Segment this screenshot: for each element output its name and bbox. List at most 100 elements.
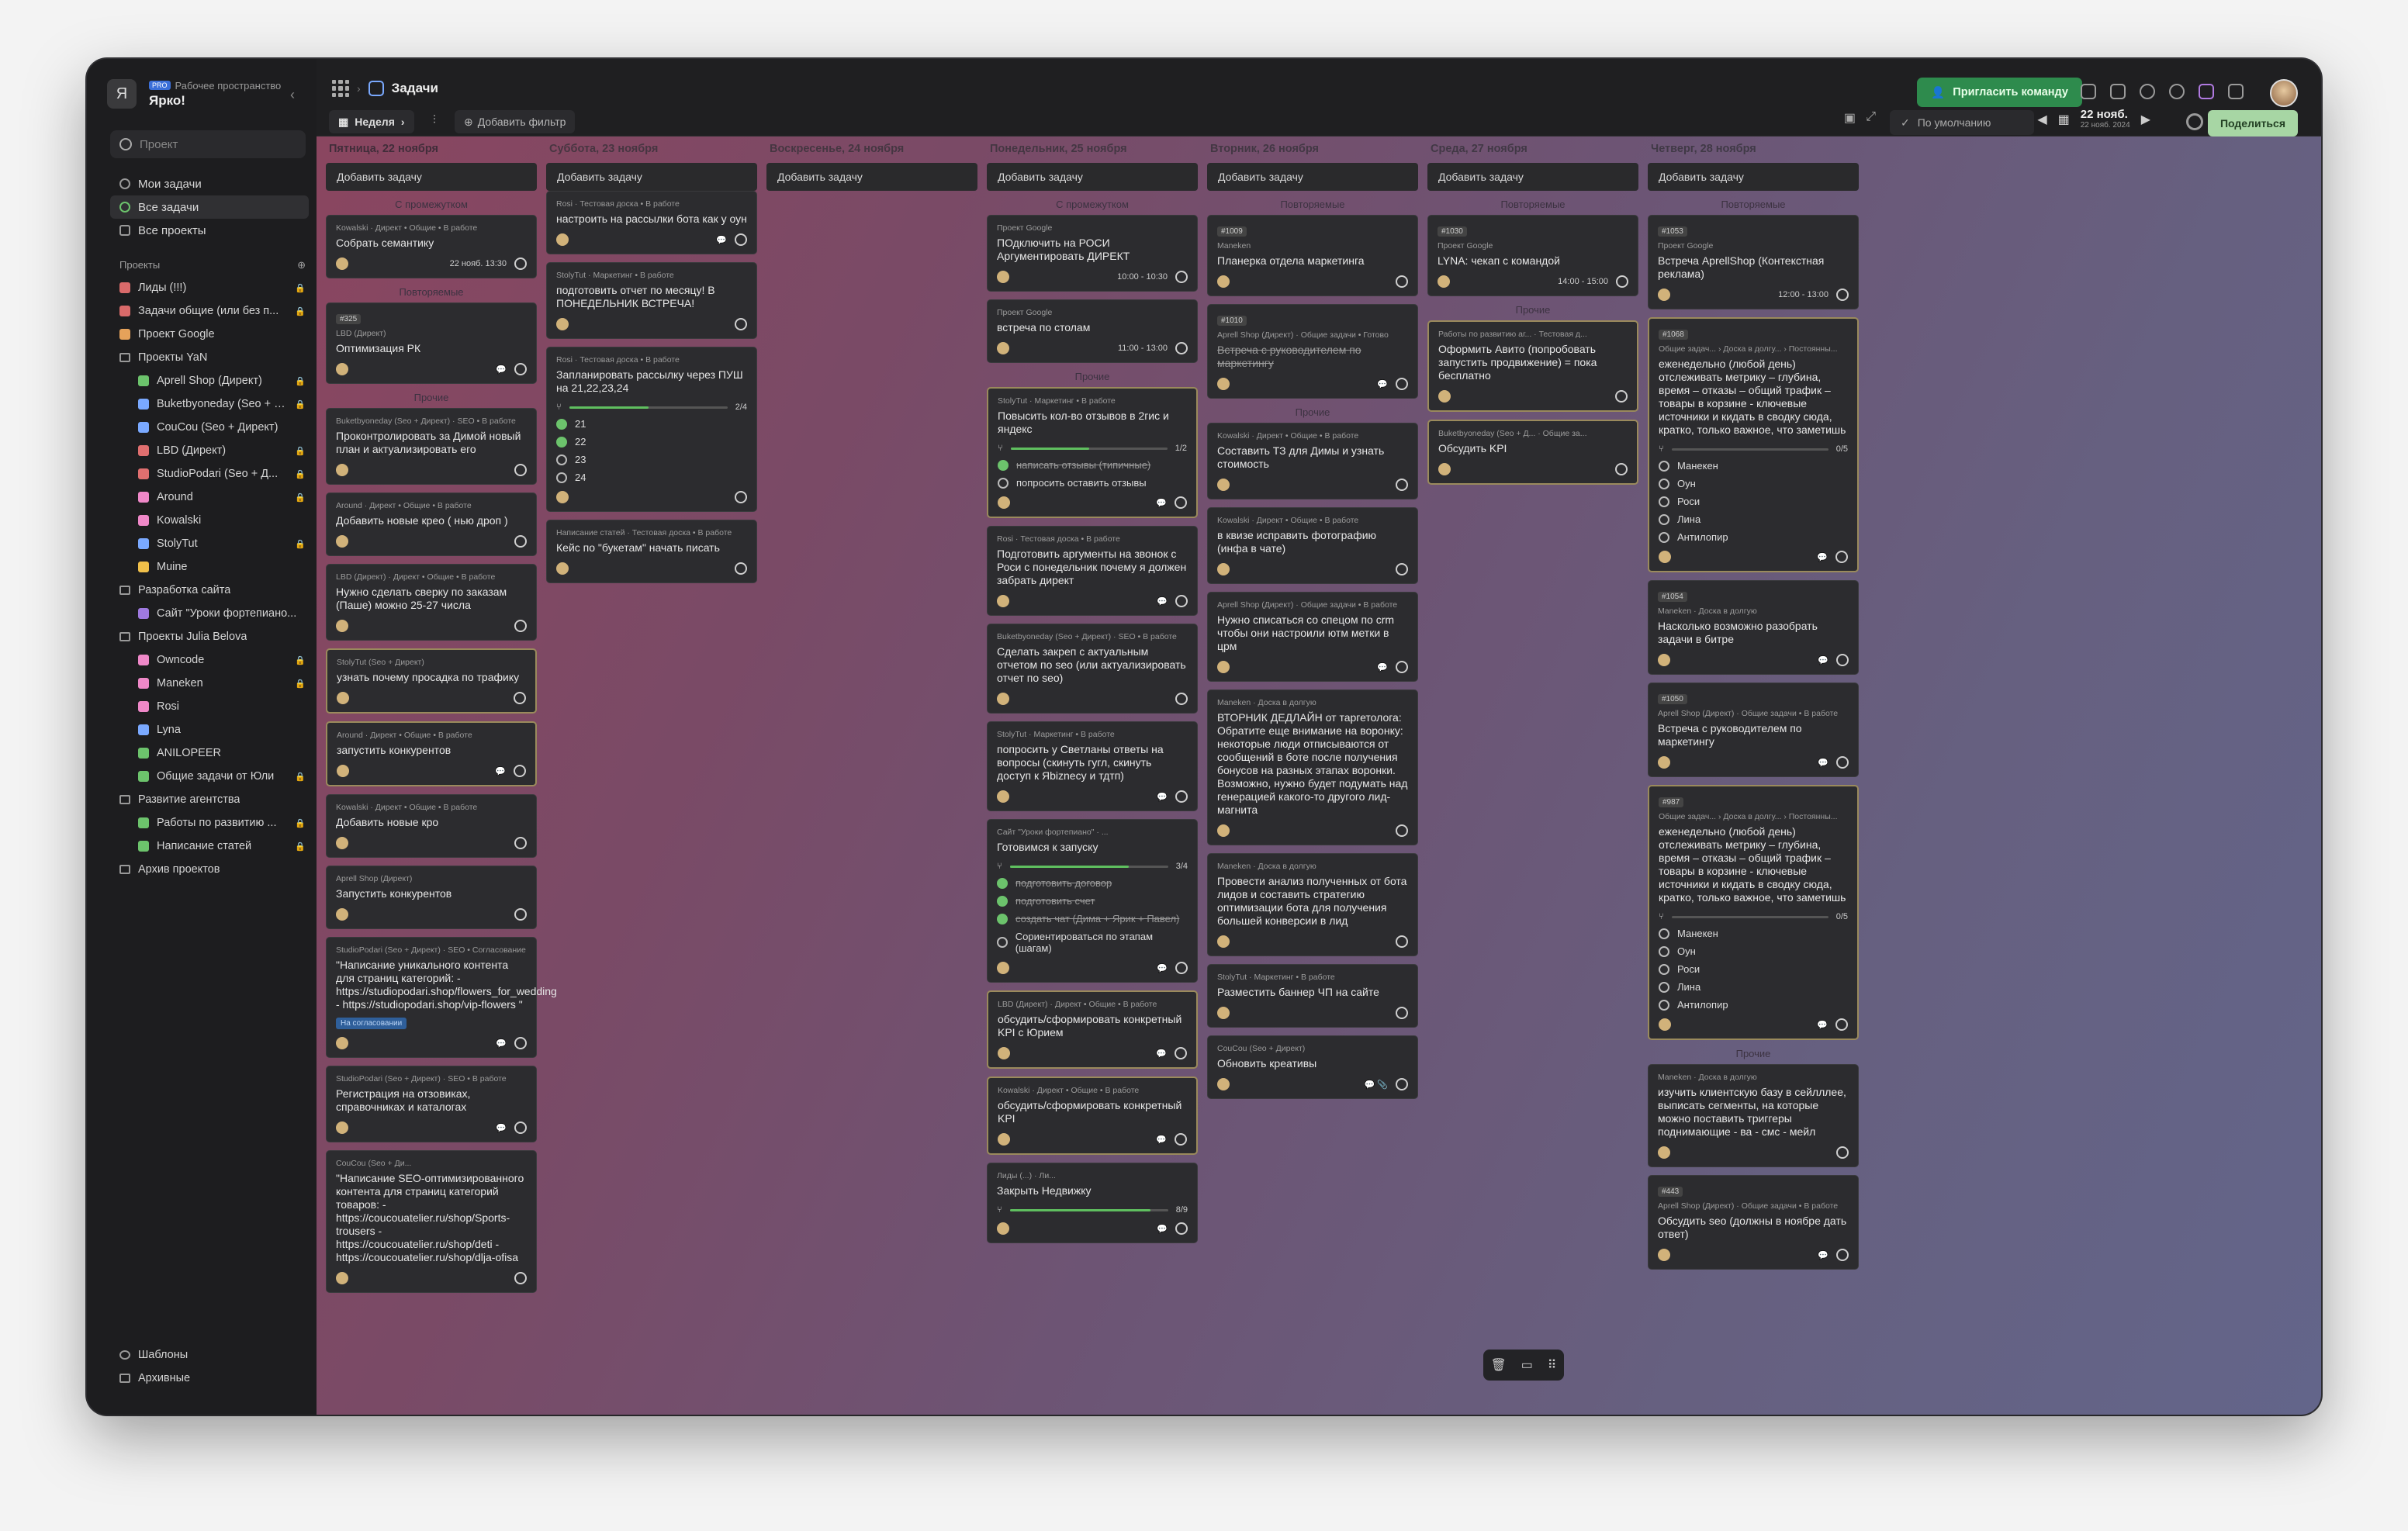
ai-sparkle-icon[interactable] — [2199, 84, 2214, 99]
subtask-item[interactable]: 21 — [556, 418, 747, 430]
sort-select[interactable]: ✓ По умолчанию — [1890, 110, 2034, 135]
task-card[interactable]: Kowalski · Директ • Общие • В работе обсу… — [987, 1077, 1198, 1155]
task-card[interactable]: Around · Директ • Общие • В работе запуст… — [326, 721, 537, 786]
task-card[interactable]: Maneken · Доска в долгую ВТОРНИК ДЕДЛАЙН … — [1207, 689, 1418, 845]
project-folder[interactable]: Проекты YaN — [119, 346, 313, 369]
complete-checkbox[interactable] — [514, 837, 527, 849]
complete-checkbox[interactable] — [1615, 463, 1628, 475]
task-card[interactable]: Buketbyoneday (Seo + Директ) · SEO • В р… — [987, 624, 1198, 714]
project-item[interactable]: Работы по развитию ... 🔒 — [119, 811, 313, 835]
task-card[interactable]: StudioPodari (Seo + Директ) · SEO • В ра… — [326, 1066, 537, 1142]
invite-team-button[interactable]: 👤 Пригласить команду — [1917, 78, 2082, 107]
next-week-icon[interactable]: ▶ — [2141, 112, 2150, 127]
subtask-item[interactable]: Антилопир — [1659, 999, 1848, 1011]
task-card[interactable]: #325 LBD (Директ) Оптимизация РК 💬 — [326, 302, 537, 384]
drag-handle-icon[interactable]: ⠿ — [1548, 1357, 1557, 1373]
subtask-item[interactable]: Манекен — [1659, 928, 1848, 939]
subtask-checkbox[interactable] — [1659, 928, 1669, 939]
project-item[interactable]: LBD (Директ) 🔒 — [119, 439, 313, 462]
project-item[interactable]: Buketbyoneday (Seo + Ди... 🔒 — [119, 392, 313, 416]
subtask-checkbox[interactable] — [1659, 963, 1669, 975]
task-card[interactable]: Aprell Shop (Директ) · Общие задачи • В … — [1207, 592, 1418, 682]
folder-icon[interactable] — [2110, 84, 2126, 99]
task-card[interactable]: #1053 Проект Google Встреча AprellShop (Ко… — [1648, 215, 1859, 309]
task-card[interactable]: Kowalski · Директ • Общие • В работе Доба… — [326, 794, 537, 858]
subtask-checkbox[interactable] — [1659, 981, 1669, 993]
task-card[interactable]: Buketbyoneday (Seo + Д... · Общие за... О… — [1427, 420, 1638, 485]
task-card[interactable]: Maneken · Доска в долгую Провести анализ … — [1207, 853, 1418, 956]
task-card[interactable]: #443 Aprell Shop (Директ) · Общие задачи … — [1648, 1175, 1859, 1270]
project-folder[interactable]: Архив проектов — [119, 858, 313, 881]
add-task-button[interactable]: Добавить задачу — [546, 163, 757, 191]
subtask-item[interactable]: Антилопир — [1659, 531, 1848, 543]
subtask-item[interactable]: 23 — [556, 454, 747, 465]
project-item[interactable]: Rosi — [119, 695, 313, 718]
project-item[interactable]: StolyTut 🔒 — [119, 532, 313, 555]
task-card[interactable]: #1030 Проект Google LYNA: чекап с командой… — [1427, 215, 1638, 296]
project-item[interactable]: Aprell Shop (Директ) 🔒 — [119, 369, 313, 392]
complete-checkbox[interactable] — [1175, 342, 1188, 354]
subtask-checkbox[interactable] — [556, 418, 567, 430]
subtask-checkbox[interactable] — [1659, 945, 1669, 957]
task-card[interactable]: #1068 Общие задач... › Доска в долгу... ›… — [1648, 317, 1859, 572]
subtask-checkbox[interactable] — [997, 937, 1008, 948]
subtask-item[interactable]: подготовить договор — [997, 877, 1188, 889]
task-card[interactable]: Kowalski · Директ • Общие • В работе Сост… — [1207, 423, 1418, 499]
subtask-item[interactable]: 24 — [556, 472, 747, 483]
complete-checkbox[interactable] — [735, 233, 747, 246]
subtask-item[interactable]: Оун — [1659, 945, 1848, 957]
calendar-icon[interactable]: ▦ — [2058, 112, 2070, 127]
complete-checkbox[interactable] — [1616, 275, 1628, 288]
project-folder[interactable]: Разработка сайта — [119, 579, 313, 602]
complete-checkbox[interactable] — [1836, 756, 1849, 769]
subtask-checkbox[interactable] — [997, 913, 1008, 924]
subtask-item[interactable]: Оун — [1659, 478, 1848, 489]
task-card[interactable]: #987 Общие задач... › Доска в долгу... › … — [1648, 785, 1859, 1040]
subtask-item[interactable]: Лина — [1659, 981, 1848, 993]
subtask-item[interactable]: подготовить счет — [997, 895, 1188, 907]
complete-checkbox[interactable] — [514, 464, 527, 476]
subtask-checkbox[interactable] — [1659, 513, 1669, 525]
subtask-checkbox[interactable] — [998, 477, 1009, 489]
add-task-button[interactable]: Добавить задачу — [987, 163, 1198, 191]
complete-checkbox[interactable] — [514, 620, 527, 632]
task-card[interactable]: Buketbyoneday (Seo + Директ) · SEO • В р… — [326, 408, 537, 485]
subtask-checkbox[interactable] — [997, 895, 1008, 907]
add-task-button[interactable]: Добавить задачу — [1207, 163, 1418, 191]
subtask-checkbox[interactable] — [556, 436, 567, 448]
subtask-item[interactable]: написать отзывы (типичные) — [998, 459, 1187, 471]
subtask-checkbox[interactable] — [997, 877, 1008, 889]
templates-link[interactable]: Шаблоны — [119, 1343, 306, 1367]
workspace-switcher[interactable]: Я PRO Рабочее пространство Ярко! — [107, 79, 281, 109]
user-avatar[interactable] — [2270, 79, 2298, 107]
complete-checkbox[interactable] — [1835, 551, 1848, 563]
task-card[interactable]: Rosi · Тестовая доска • В работе Запланир… — [546, 347, 757, 512]
project-item[interactable]: Написание статей 🔒 — [119, 835, 313, 858]
project-item[interactable]: Muine — [119, 555, 313, 579]
search-input[interactable]: Проект — [110, 130, 306, 158]
task-card[interactable]: StolyTut · Маркетинг • В работе Повысить … — [987, 387, 1198, 518]
project-folder[interactable]: Проекты Julia Belova — [119, 625, 313, 648]
complete-checkbox[interactable] — [735, 491, 747, 503]
complete-checkbox[interactable] — [1175, 1047, 1187, 1059]
task-card[interactable]: Aprell Shop (Директ) Запустить конкуренто… — [326, 866, 537, 929]
subtask-checkbox[interactable] — [1659, 496, 1669, 507]
subtask-checkbox[interactable] — [556, 454, 567, 465]
complete-checkbox[interactable] — [1175, 271, 1188, 283]
notifications-icon[interactable] — [2081, 84, 2096, 99]
nav-all-projects[interactable]: Все проекты — [110, 219, 309, 242]
collapse-sidebar-icon[interactable]: ‹ — [290, 87, 295, 103]
task-card[interactable]: StolyTut · Маркетинг • В работе попросить… — [987, 721, 1198, 811]
complete-checkbox[interactable] — [735, 318, 747, 330]
task-card[interactable]: Kowalski · Директ • Общие • В работе в кв… — [1207, 507, 1418, 584]
complete-checkbox[interactable] — [1836, 1249, 1849, 1261]
complete-checkbox[interactable] — [514, 257, 527, 270]
subtask-checkbox[interactable] — [556, 472, 567, 483]
task-card[interactable]: Проект Google ПОдключить на РОСИ Аргумент… — [987, 215, 1198, 292]
add-task-button[interactable]: Добавить задачу — [766, 163, 977, 191]
subtask-checkbox[interactable] — [1659, 478, 1669, 489]
task-card[interactable]: CouCou (Seo + Директ) Обновить креативы 💬 … — [1207, 1035, 1418, 1099]
trash-icon[interactable]: 🗑 — [1490, 1357, 1506, 1373]
complete-checkbox[interactable] — [1836, 1146, 1849, 1159]
apps-grid-icon[interactable] — [332, 80, 349, 97]
